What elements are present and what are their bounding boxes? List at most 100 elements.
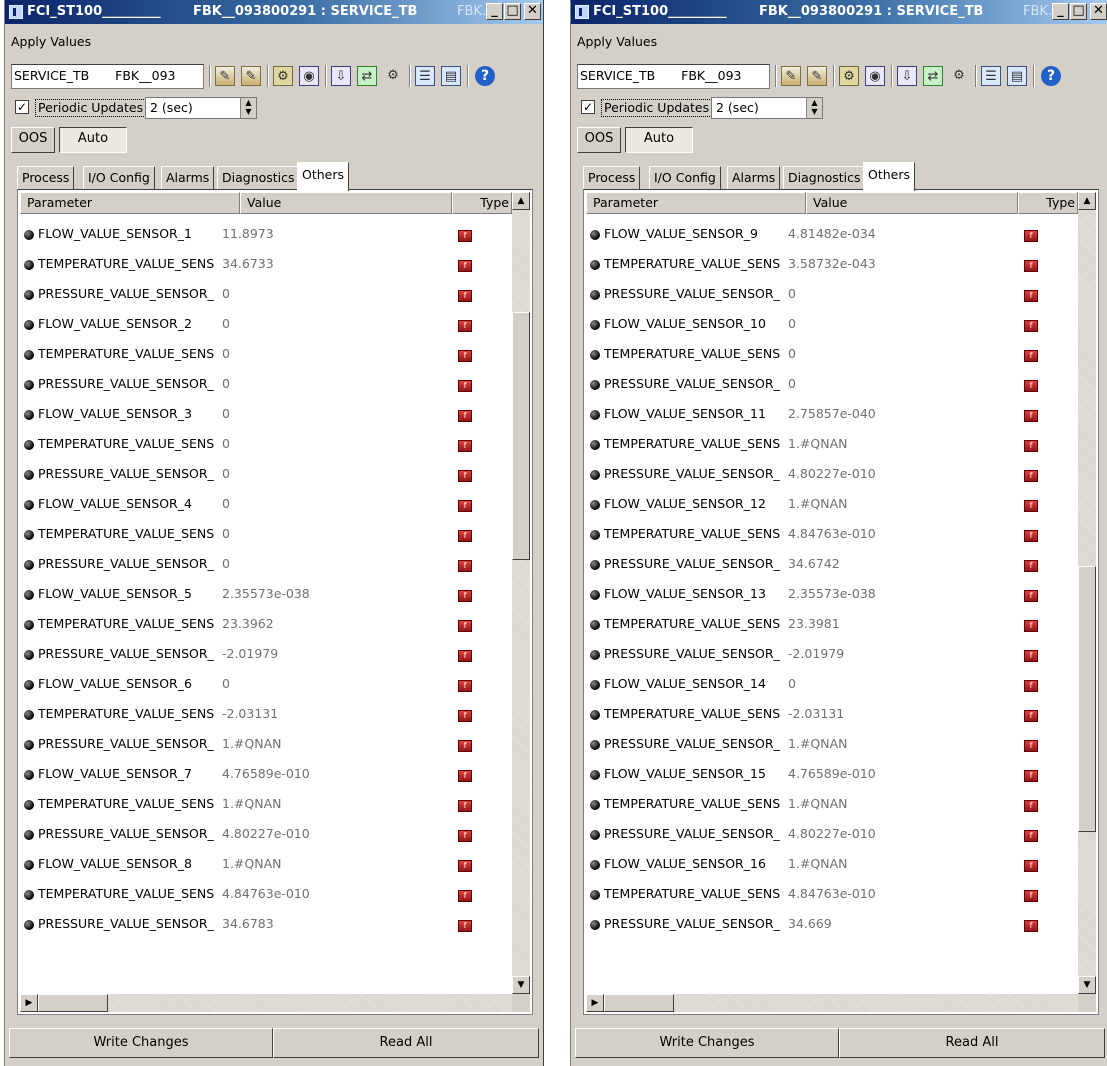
- tab-diagnostics[interactable]: Diagnostics: [217, 166, 300, 190]
- parameter-value[interactable]: 4.76589e-010: [222, 766, 412, 781]
- parameter-value[interactable]: -2.03131: [222, 706, 412, 721]
- settings-icon[interactable]: ⚙: [949, 66, 969, 86]
- parameter-row[interactable]: FLOW_VALUE_SENSOR_2 0 f: [20, 304, 512, 334]
- parameter-row[interactable]: FLOW_VALUE_SENSOR_4 0 f: [20, 484, 512, 514]
- parameter-row[interactable]: FLOW_VALUE_SENSOR_12 1.#QNAN f: [586, 484, 1078, 514]
- vertical-scrollbar[interactable]: ▲ ▼: [512, 192, 530, 994]
- help-icon[interactable]: ?: [1041, 66, 1061, 86]
- title-bar[interactable]: FCI_ST100_________ FBK__093800291 : SERV…: [5, 0, 543, 24]
- parameter-row[interactable]: TEMPERATURE_VALUE_SENS 4.84763e-010 f: [586, 514, 1078, 544]
- tab-process[interactable]: Process: [583, 166, 641, 190]
- parameter-value[interactable]: 0: [222, 676, 412, 691]
- parameter-value[interactable]: 23.3981: [788, 616, 978, 631]
- parameter-value[interactable]: 0: [788, 316, 978, 331]
- periodic-updates-checkbox[interactable]: ✓: [581, 100, 595, 114]
- parameter-value[interactable]: -2.03131: [788, 706, 978, 721]
- parameter-row[interactable]: FLOW_VALUE_SENSOR_9 4.81482e-034 f: [586, 214, 1078, 244]
- parameter-value[interactable]: 4.80227e-010: [788, 466, 978, 481]
- parameter-value[interactable]: 0: [788, 346, 978, 361]
- parameter-row[interactable]: TEMPERATURE_VALUE_SENS 0 f: [586, 334, 1078, 364]
- parameter-value[interactable]: 34.6742: [788, 556, 978, 571]
- parameter-value[interactable]: 4.76589e-010: [788, 766, 978, 781]
- read-all-button[interactable]: Read All: [273, 1028, 539, 1058]
- spinner-arrows-icon[interactable]: ▲ ▼: [240, 98, 256, 118]
- parameter-row[interactable]: PRESSURE_VALUE_SENSOR_ -2.01979 f: [586, 634, 1078, 664]
- view-icon[interactable]: ◉: [865, 66, 885, 86]
- scroll-down-icon[interactable]: ▼: [512, 976, 530, 994]
- parameter-value[interactable]: 0: [222, 376, 412, 391]
- auto-button[interactable]: Auto: [625, 127, 693, 153]
- read-all-button[interactable]: Read All: [839, 1028, 1105, 1058]
- menu-apply-values[interactable]: Apply Values: [11, 34, 91, 49]
- scroll-right-icon[interactable]: ▶: [20, 994, 38, 1012]
- minimize-icon[interactable]: _: [486, 3, 503, 20]
- parameter-value[interactable]: 0: [788, 286, 978, 301]
- oos-button[interactable]: OOS: [577, 127, 621, 153]
- vertical-scrollbar[interactable]: ▲ ▼: [1078, 192, 1096, 994]
- parameter-value[interactable]: 1.#QNAN: [788, 496, 978, 511]
- configure-icon[interactable]: ⚙: [839, 66, 859, 86]
- parameter-value[interactable]: 0: [222, 556, 412, 571]
- parameter-row[interactable]: PRESSURE_VALUE_SENSOR_ 1.#QNAN f: [586, 724, 1078, 754]
- parameter-value[interactable]: 0: [222, 346, 412, 361]
- parameter-value[interactable]: 2.35573e-038: [222, 586, 412, 601]
- parameter-row[interactable]: PRESSURE_VALUE_SENSOR_ 0 f: [586, 364, 1078, 394]
- tab-alarms[interactable]: Alarms: [727, 166, 781, 190]
- scroll-up-icon[interactable]: ▲: [512, 192, 530, 210]
- minimize-icon[interactable]: _: [1052, 3, 1069, 20]
- parameter-row[interactable]: FLOW_VALUE_SENSOR_10 0 f: [586, 304, 1078, 334]
- parameter-row[interactable]: FLOW_VALUE_SENSOR_1 11.8973 f: [20, 214, 512, 244]
- parameter-value[interactable]: 2.35573e-038: [788, 586, 978, 601]
- transfer-icon[interactable]: ⇄: [923, 66, 943, 86]
- download-icon[interactable]: ⇩: [897, 66, 917, 86]
- parameter-row[interactable]: FLOW_VALUE_SENSOR_15 4.76589e-010 f: [586, 754, 1078, 784]
- parameter-row[interactable]: PRESSURE_VALUE_SENSOR_ 0 f: [20, 454, 512, 484]
- parameter-value[interactable]: 4.81482e-034: [788, 226, 978, 241]
- parameter-row[interactable]: TEMPERATURE_VALUE_SENS 0 f: [20, 424, 512, 454]
- parameter-row[interactable]: PRESSURE_VALUE_SENSOR_ 0 f: [20, 274, 512, 304]
- parameter-value[interactable]: 2.75857e-040: [788, 406, 978, 421]
- parameter-value[interactable]: 4.84763e-010: [788, 886, 978, 901]
- update-interval-spinner[interactable]: 2 (sec) ▲ ▼: [711, 97, 823, 119]
- detail-view-icon[interactable]: ▤: [441, 66, 461, 86]
- close-icon[interactable]: ✕: [1090, 3, 1107, 20]
- write-changes-button[interactable]: Write Changes: [9, 1028, 273, 1058]
- parameter-value[interactable]: 1.#QNAN: [788, 736, 978, 751]
- scroll-thumb[interactable]: [1078, 566, 1096, 832]
- parameter-value[interactable]: 1.#QNAN: [788, 856, 978, 871]
- parameter-row[interactable]: TEMPERATURE_VALUE_SENS 1.#QNAN f: [586, 424, 1078, 454]
- tab-others[interactable]: Others: [297, 162, 350, 191]
- menu-apply-values[interactable]: Apply Values: [577, 34, 657, 49]
- horizontal-scrollbar[interactable]: ◀ ▶: [586, 994, 1078, 1012]
- scroll-down-icon[interactable]: ▼: [1078, 976, 1096, 994]
- parameter-row[interactable]: PRESSURE_VALUE_SENSOR_ 4.80227e-010 f: [586, 454, 1078, 484]
- settings-icon[interactable]: ⚙: [383, 66, 403, 86]
- parameter-value[interactable]: 4.84763e-010: [788, 526, 978, 541]
- parameter-row[interactable]: PRESSURE_VALUE_SENSOR_ 4.80227e-010 f: [586, 814, 1078, 844]
- view-icon[interactable]: ◉: [299, 66, 319, 86]
- tab-process[interactable]: Process: [17, 166, 75, 190]
- parameter-value[interactable]: 34.6783: [222, 916, 412, 931]
- column-value[interactable]: Value: [240, 192, 452, 214]
- scroll-thumb[interactable]: [38, 994, 108, 1012]
- parameter-row[interactable]: FLOW_VALUE_SENSOR_7 4.76589e-010 f: [20, 754, 512, 784]
- title-bar[interactable]: FCI_ST100_________ FBK__093800291 : SERV…: [571, 0, 1107, 24]
- tab-diagnostics[interactable]: Diagnostics: [783, 166, 866, 190]
- parameter-row[interactable]: TEMPERATURE_VALUE_SENS 0 f: [20, 334, 512, 364]
- parameter-row[interactable]: FLOW_VALUE_SENSOR_13 2.35573e-038 f: [586, 574, 1078, 604]
- parameter-value[interactable]: 4.84763e-010: [222, 886, 412, 901]
- parameter-row[interactable]: TEMPERATURE_VALUE_SENS 23.3962 f: [20, 604, 512, 634]
- horizontal-scrollbar[interactable]: ◀ ▶: [20, 994, 512, 1012]
- column-value[interactable]: Value: [806, 192, 1018, 214]
- parameter-value[interactable]: -2.01979: [788, 646, 978, 661]
- parameter-row[interactable]: TEMPERATURE_VALUE_SENS 1.#QNAN f: [20, 784, 512, 814]
- scroll-up-icon[interactable]: ▲: [1078, 192, 1096, 210]
- tab-others[interactable]: Others: [863, 162, 916, 191]
- parameter-row[interactable]: TEMPERATURE_VALUE_SENS 4.84763e-010 f: [20, 874, 512, 904]
- list-view-icon[interactable]: ☰: [981, 66, 1001, 86]
- parameter-row[interactable]: TEMPERATURE_VALUE_SENS 23.3981 f: [586, 604, 1078, 634]
- update-interval-spinner[interactable]: 2 (sec) ▲ ▼: [145, 97, 257, 119]
- parameter-value[interactable]: 23.3962: [222, 616, 412, 631]
- parameter-row[interactable]: FLOW_VALUE_SENSOR_8 1.#QNAN f: [20, 844, 512, 874]
- parameter-value[interactable]: 4.80227e-010: [222, 826, 412, 841]
